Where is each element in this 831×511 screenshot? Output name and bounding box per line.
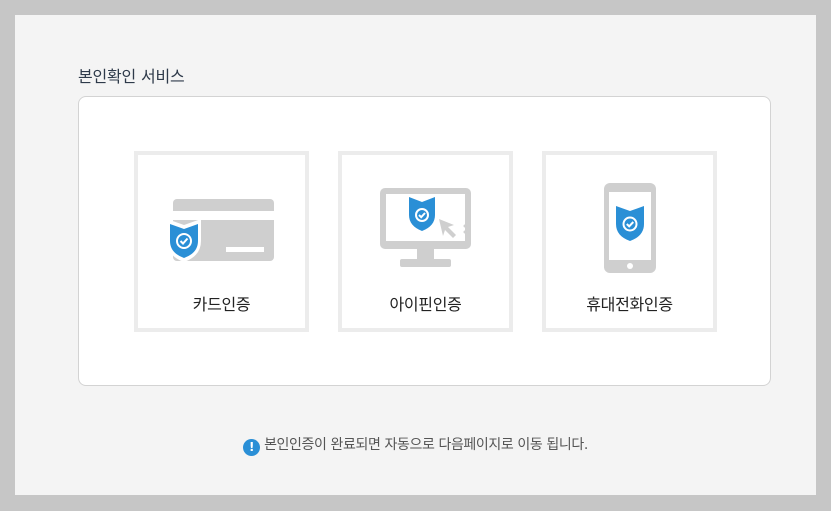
ipin-auth-label: 아이핀인증 [389, 295, 462, 314]
auth-method-box: 카드인증 아이핀인증 휴대전화인증 [78, 96, 771, 386]
auth-panel: 본인확인 서비스 카드인증 아이핀인증 휴대전화인증 ! 본인인증이 완료되면 … [15, 15, 816, 495]
ipin-auth-button[interactable]: 아이핀인증 [338, 151, 513, 332]
phone-auth-label: 휴대전화인증 [586, 295, 673, 314]
phone-auth-button[interactable]: 휴대전화인증 [542, 151, 717, 332]
notice-message: ! 본인인증이 완료되면 자동으로 다음페이지로 이동 됩니다. [15, 434, 816, 456]
info-icon: ! [243, 439, 261, 456]
smartphone-shield-icon [604, 183, 656, 273]
monitor-shield-icon [380, 188, 471, 267]
card-auth-button[interactable]: 카드인증 [134, 151, 309, 332]
credit-card-shield-icon [167, 199, 274, 262]
notice-text: 본인인증이 완료되면 자동으로 다음페이지로 이동 됩니다. [264, 437, 588, 453]
section-title: 본인확인 서비스 [78, 67, 185, 86]
card-auth-label: 카드인증 [192, 295, 251, 314]
